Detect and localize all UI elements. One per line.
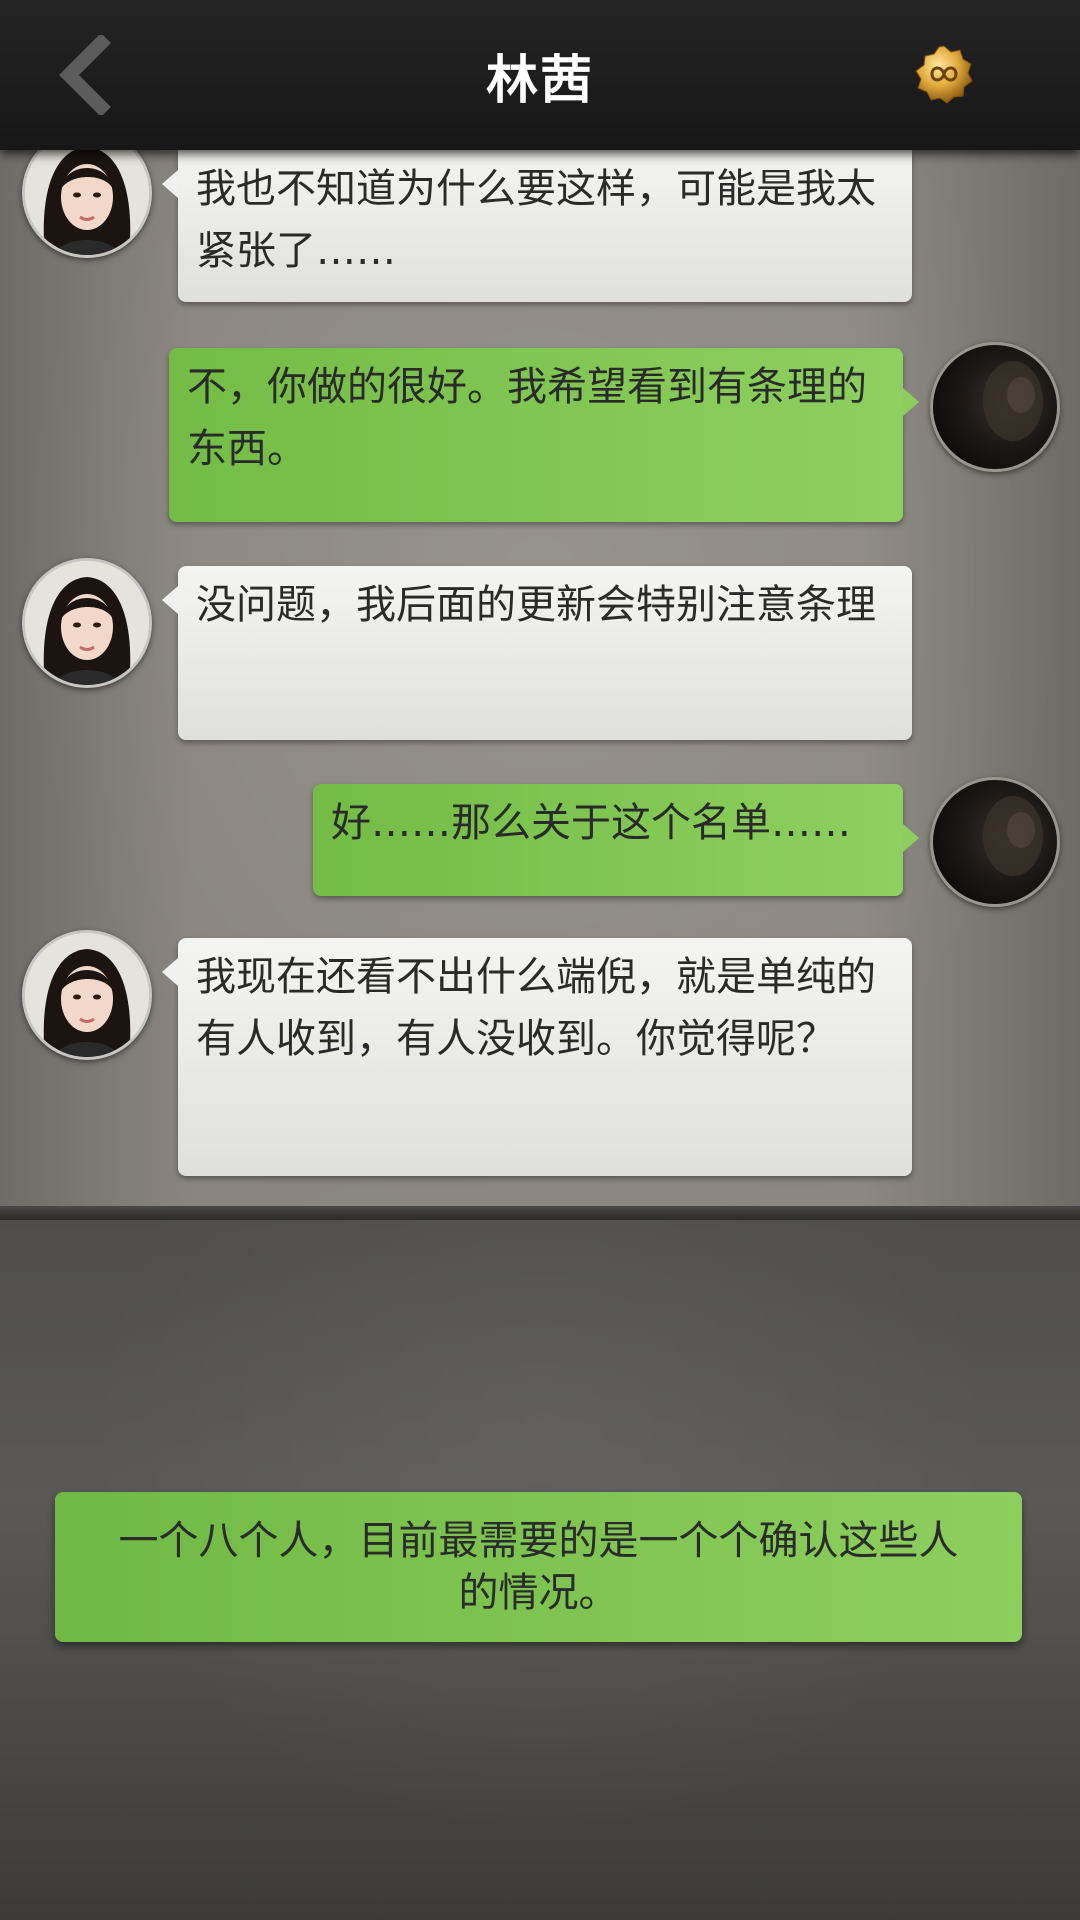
message-bubble-sent: 好……那么关于这个名单…… xyxy=(313,784,919,896)
player-avatar[interactable] xyxy=(930,777,1060,907)
contact-avatar[interactable] xyxy=(22,558,152,688)
message-bubble-received: 没问题，我后面的更新会特别注意条理 xyxy=(162,566,912,740)
top-bar: 林茜 xyxy=(0,0,1080,150)
contact-avatar[interactable] xyxy=(22,150,152,258)
reply-choice-label: 一个八个人，目前最需要的是一个个确认这些人的情况。 xyxy=(118,1518,959,1616)
player-avatar[interactable] xyxy=(930,342,1060,472)
message-bubble-received: 我也不知道为什么要这样，可能是我太紧张了…… xyxy=(162,150,912,302)
shadow-figure-icon xyxy=(983,796,1043,876)
girl-portrait-icon xyxy=(25,150,149,255)
chat-area[interactable]: 我也不知道为什么要这样，可能是我太紧张了…… 不，你做的很好。我希望看到有条理的… xyxy=(0,150,1080,1220)
message-bubble-sent: 不，你做的很好。我希望看到有条理的东西。 xyxy=(169,348,919,522)
message-bubble-received: 我现在还看不出什么端倪，就是单纯的有人收到，有人没收到。你觉得呢？ xyxy=(162,938,912,1176)
girl-portrait-icon xyxy=(25,933,149,1057)
contact-avatar[interactable] xyxy=(22,930,152,1060)
infinity-coin-icon[interactable] xyxy=(914,44,974,104)
girl-portrait-icon xyxy=(25,561,149,685)
reply-choice-button[interactable]: 一个八个人，目前最需要的是一个个确认这些人的情况。 xyxy=(55,1492,1022,1642)
shadow-figure-icon xyxy=(983,361,1043,441)
